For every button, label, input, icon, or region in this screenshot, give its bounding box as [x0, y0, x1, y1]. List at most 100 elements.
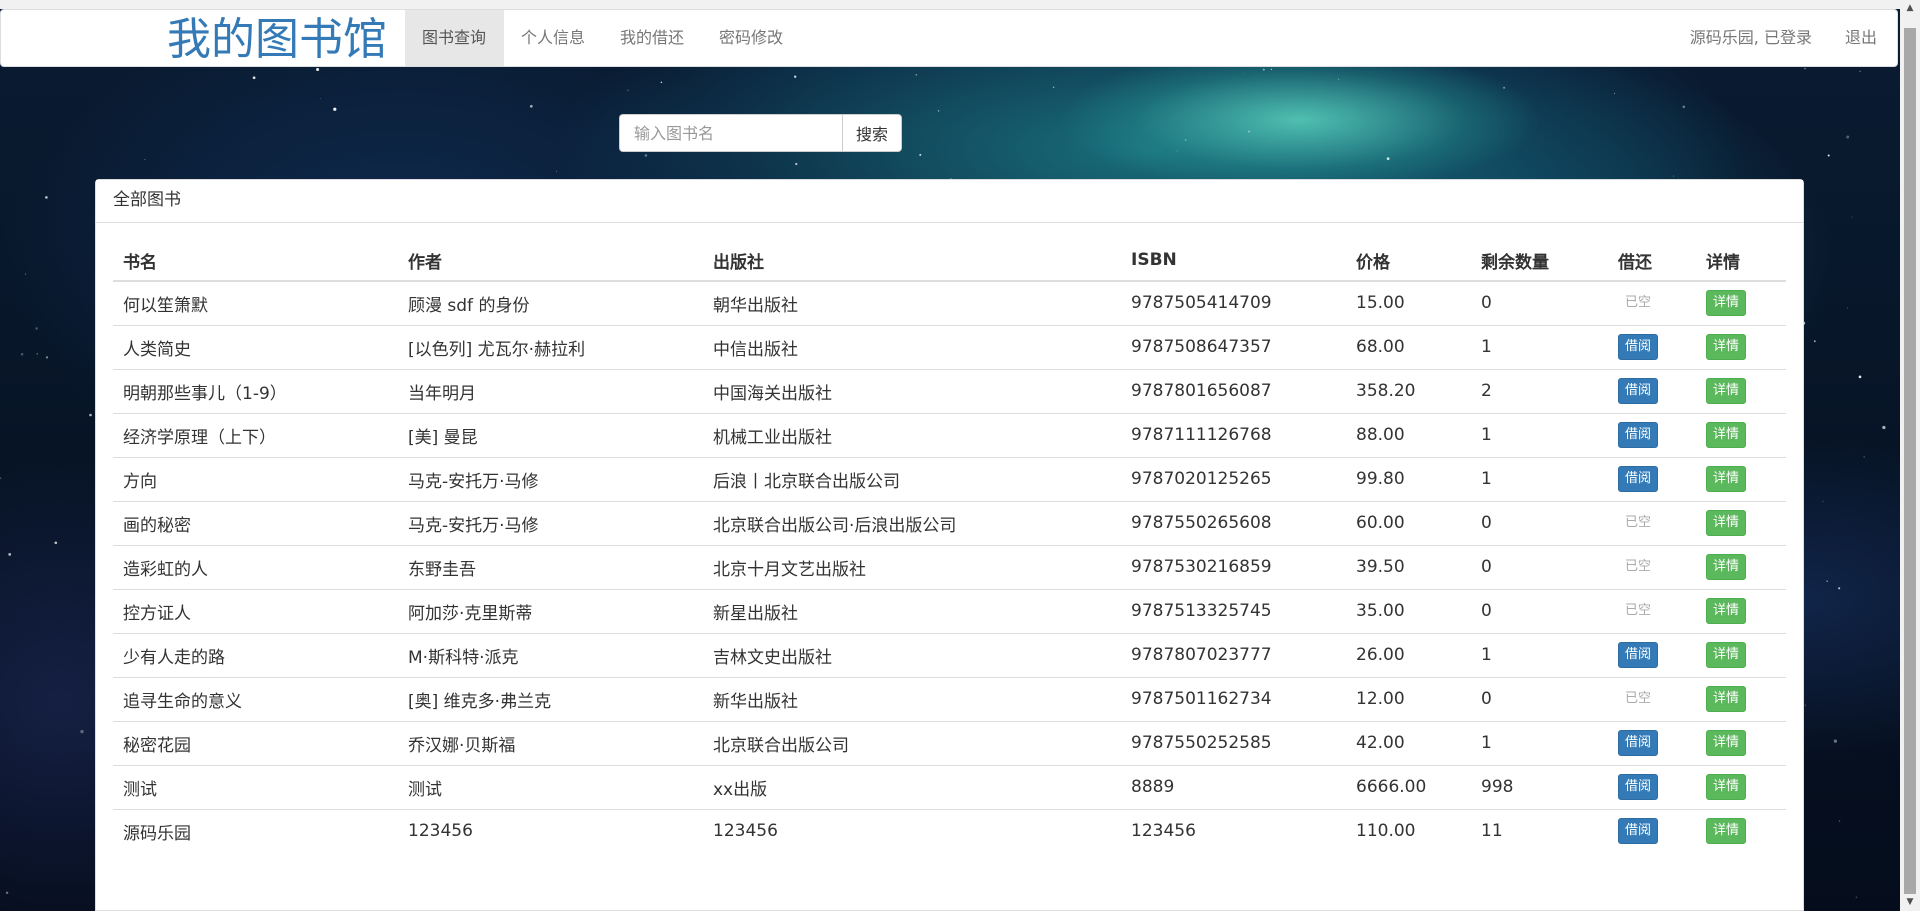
detail-button[interactable]: 详情: [1706, 642, 1747, 668]
cell-detail: 详情: [1696, 808, 1786, 853]
detail-button[interactable]: 详情: [1706, 466, 1747, 492]
cell-author: 123456: [398, 808, 703, 853]
cell-author: 东野圭吾: [398, 544, 703, 589]
cell-detail: 详情: [1696, 456, 1786, 501]
table-row: 测试 测试 xx出版 8889 6666.00 998 借阅 详情: [113, 764, 1786, 809]
star: [45, 356, 49, 359]
table-row: 经济学原理（上下） [美] 曼昆 机械工业出版社 9787111126768 88.00…: [113, 412, 1786, 457]
star: [252, 76, 256, 80]
page-scrollbar[interactable]: ▲ ▼: [1900, 0, 1920, 911]
cell-isbn: 9787020125265: [1121, 456, 1346, 501]
star: [529, 104, 533, 108]
header-isbn: ISBN: [1121, 240, 1346, 282]
star: [556, 170, 558, 172]
cell-price: 42.00: [1346, 720, 1471, 765]
borrow-button[interactable]: 借阅: [1618, 818, 1659, 845]
borrow-button[interactable]: 借阅: [1618, 334, 1659, 360]
cell-name: 经济学原理（上下）: [113, 412, 398, 457]
cell-publisher: 中国海关出版社: [703, 368, 1121, 413]
cell-name: 源码乐园: [113, 808, 398, 853]
cell-borrow: 已空: [1608, 544, 1696, 589]
search-button[interactable]: 搜索: [842, 114, 902, 152]
header-borrow: 借还: [1608, 240, 1696, 282]
nav-item-my-borrows[interactable]: 我的借还: [603, 10, 702, 66]
borrow-button[interactable]: 借阅: [1618, 774, 1659, 800]
detail-button[interactable]: 详情: [1706, 290, 1747, 317]
detail-button[interactable]: 详情: [1706, 334, 1747, 360]
star: [795, 162, 798, 166]
table-row: 人类简史 [以色列] 尤瓦尔·赫拉利 中信出版社 9787508647357 68.00…: [113, 324, 1786, 369]
detail-button[interactable]: 详情: [1706, 422, 1747, 448]
cell-detail: 详情: [1696, 632, 1786, 677]
cell-detail: 详情: [1696, 588, 1786, 633]
cell-author: [奥] 维克多·弗兰克: [398, 676, 703, 721]
star: [20, 352, 24, 356]
cell-remaining: 1: [1471, 324, 1608, 369]
star: [1838, 587, 1841, 590]
header-detail: 详情: [1696, 240, 1786, 282]
nav-item-book-search[interactable]: 图书查询: [405, 10, 505, 66]
star: [1859, 70, 1861, 72]
borrow-button[interactable]: 借阅: [1618, 642, 1659, 668]
detail-button[interactable]: 详情: [1706, 510, 1747, 536]
borrow-button[interactable]: 借阅: [1618, 730, 1659, 756]
cell-borrow: 已空: [1608, 588, 1696, 633]
cell-publisher: xx出版: [703, 764, 1121, 809]
star: [45, 196, 48, 199]
cell-borrow: 已空: [1608, 500, 1696, 545]
nav-item-change-password[interactable]: 密码修改: [702, 10, 801, 66]
scroll-up-arrow-icon[interactable]: ▲: [1900, 0, 1920, 17]
scroll-thumb[interactable]: [1904, 28, 1916, 894]
star: [1804, 67, 1806, 70]
cell-detail: 详情: [1696, 324, 1786, 369]
cell-author: 测试: [398, 764, 703, 809]
cell-borrow: 借阅: [1608, 324, 1696, 369]
detail-button[interactable]: 详情: [1706, 378, 1747, 404]
star: [1613, 92, 1615, 94]
table-row: 源码乐园 123456 123456 123456 110.00 11 借阅 详情: [113, 808, 1786, 853]
star: [0, 477, 2, 480]
cell-price: 99.80: [1346, 456, 1471, 501]
header-publisher: 出版社: [703, 240, 1121, 282]
cell-remaining: 1: [1471, 456, 1608, 501]
cell-price: 68.00: [1346, 324, 1471, 369]
cell-borrow: 借阅: [1608, 720, 1696, 765]
cell-isbn: 8889: [1121, 764, 1346, 809]
star: [316, 68, 320, 71]
brand-logo[interactable]: 我的图书馆: [167, 14, 387, 66]
detail-button[interactable]: 详情: [1706, 730, 1747, 756]
header-author: 作者: [398, 240, 703, 282]
table-row: 何以笙箫默 顾漫 sdf 的身份 朝华出版社 9787505414709 15.00 0 已…: [113, 281, 1786, 325]
cell-isbn: 9787801656087: [1121, 368, 1346, 413]
cell-author: 顾漫 sdf 的身份: [408, 295, 530, 316]
cell-isbn: 9787501162734: [1121, 676, 1346, 721]
table-header-row: 书名 作者 出版社 ISBN 价格 剩余数量 借还 详情: [113, 240, 1786, 282]
cell-isbn: 9787508647357: [1121, 324, 1346, 369]
star: [1270, 68, 1273, 71]
cell-isbn: 9787513325745: [1121, 588, 1346, 633]
nav-item-personal-info[interactable]: 个人信息: [504, 10, 603, 66]
detail-button[interactable]: 详情: [1706, 598, 1747, 624]
borrow-button[interactable]: 借阅: [1618, 422, 1659, 448]
cell-detail: 详情: [1696, 368, 1786, 413]
detail-button[interactable]: 详情: [1706, 554, 1747, 580]
borrow-button[interactable]: 借阅: [1618, 378, 1659, 404]
cell-detail: 详情: [1696, 720, 1786, 765]
detail-button[interactable]: 详情: [1706, 774, 1747, 800]
star: [1826, 580, 1829, 583]
cell-price: 39.50: [1346, 544, 1471, 589]
detail-button[interactable]: 详情: [1706, 818, 1747, 845]
borrow-button[interactable]: 借阅: [1618, 466, 1659, 492]
scroll-down-arrow-icon[interactable]: ▼: [1900, 894, 1920, 911]
cell-remaining: 1: [1471, 632, 1608, 677]
cell-borrow: 借阅: [1608, 808, 1696, 853]
cell-remaining: 2: [1471, 368, 1608, 413]
search-input[interactable]: [619, 114, 842, 152]
cell-remaining: 0: [1471, 544, 1608, 589]
table-row: 明朝那些事儿（1-9） 当年明月 中国海关出版社 9787801656087 358.2…: [113, 368, 1786, 413]
detail-button[interactable]: 详情: [1706, 686, 1747, 712]
star: [5, 891, 9, 895]
cell-name: 少有人走的路: [113, 632, 398, 677]
cell-publisher: 北京联合出版公司: [703, 720, 1121, 765]
logout-link[interactable]: 退出: [1845, 10, 1877, 66]
